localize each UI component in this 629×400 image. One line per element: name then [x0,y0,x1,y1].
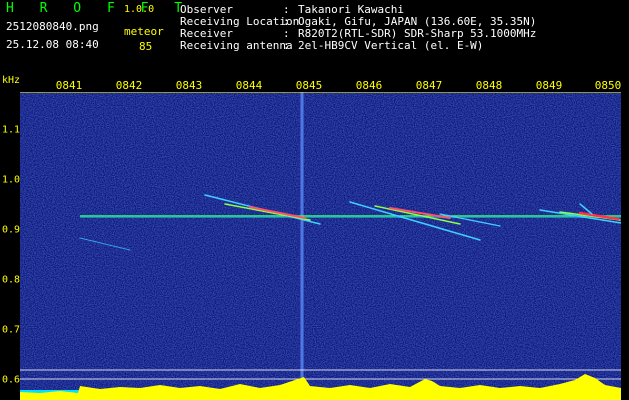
x-tick-0845: 0845 [295,79,323,92]
filename-label: 2512080840.png [6,20,99,33]
app-version: 1.0.0 [124,4,155,15]
top-axis-line [20,92,621,93]
vertical-interference-core [301,92,303,400]
app-title: H R O F F T [6,1,192,16]
y-unit-label: kHz [2,75,21,86]
y-tick-0-8: 0.8 [2,274,21,286]
header-panel: H R O F F T 1.0.0 2512080840.png 25.12.0… [0,0,629,76]
y-tick-1-1: 1.1 [2,124,21,136]
antenna-value: 2el-HB9CV Vertical (el. E-W) [298,39,484,52]
meteor-label: meteor [124,25,164,38]
y-tick-0-6: 0.6 [2,374,21,386]
x-tick-0841: 0841 [55,79,83,92]
waterfall-spectrogram [20,92,621,400]
x-tick-0849: 0849 [535,79,563,92]
antenna-separator: : [283,39,290,52]
x-tick-0843: 0843 [175,79,203,92]
x-tick-0842: 0842 [115,79,143,92]
x-tick-0850: 0850 [594,79,622,92]
y-tick-0-7: 0.7 [2,324,21,336]
x-tick-0844: 0844 [235,79,263,92]
y-tick-0-9: 0.9 [2,224,21,236]
x-tick-0848: 0848 [475,79,503,92]
spectrum-noise [20,92,621,400]
y-tick-1-0: 1.0 [2,174,21,186]
meteor-count: 85 [139,40,153,53]
antenna-label: Receiving antenna [180,39,293,52]
x-tick-0847: 0847 [415,79,443,92]
x-tick-0846: 0846 [355,79,383,92]
datetime-label: 25.12.08 08:40 [6,38,99,51]
